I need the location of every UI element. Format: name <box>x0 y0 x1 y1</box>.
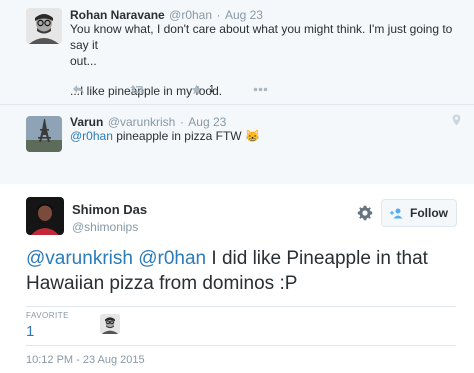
tweet-varun[interactable]: Varun @varunkrish · Aug 23 @r0han pineap… <box>0 105 474 184</box>
mention-link[interactable]: @r0han <box>138 248 206 269</box>
tweet-stats: FAVORITE 1 <box>26 306 456 346</box>
person-glasses-avatar-icon <box>100 314 120 334</box>
more-options-icon[interactable] <box>253 87 268 92</box>
tweet-rohan[interactable]: Rohan Naravane @r0han · Aug 23 You know … <box>0 0 474 105</box>
tweet-text-line: You know what, I don't care about what y… <box>70 22 453 52</box>
favorite-stat-label: FAVORITE <box>26 311 69 320</box>
mention-link[interactable]: @varunkrish <box>26 248 133 269</box>
follow-button[interactable]: Follow <box>381 199 457 227</box>
favorite-icon[interactable]: 1 <box>191 84 215 95</box>
tweet-body: pineapple in pizza FTW <box>112 129 245 143</box>
follow-label: Follow <box>410 206 448 220</box>
separator-dot: · <box>179 115 184 129</box>
tweet-text-line: out... <box>70 54 97 68</box>
emoji-cat-icon: 😸 <box>244 129 260 143</box>
author-handle[interactable]: @varunkrish <box>108 115 176 129</box>
avatar-shimon[interactable] <box>26 197 64 235</box>
author-handle[interactable]: @shimonips <box>72 220 138 234</box>
conversation-thread: Rohan Naravane @r0han · Aug 23 You know … <box>0 0 474 185</box>
avatar-rohan[interactable] <box>26 8 62 44</box>
author-name[interactable]: Shimon Das <box>72 202 147 217</box>
separator-dot: · <box>216 8 221 22</box>
tweet-actions: 1 <box>72 84 268 95</box>
person-glasses-avatar-icon <box>26 8 62 44</box>
favoriter-avatar[interactable] <box>100 314 120 334</box>
favorite-stat[interactable]: FAVORITE 1 <box>26 311 69 340</box>
eiffel-tower-avatar-icon <box>26 116 62 152</box>
author-handle[interactable]: @r0han <box>169 8 212 22</box>
tweet-date[interactable]: Aug 23 <box>225 8 263 22</box>
author-name[interactable]: Varun <box>70 115 103 129</box>
tweet-date[interactable]: Aug 23 <box>188 115 226 129</box>
retweet-icon[interactable] <box>130 84 145 95</box>
add-user-icon <box>390 208 403 218</box>
tweet-text: @r0han pineapple in pizza FTW 😸 <box>70 128 260 144</box>
person-avatar-icon <box>26 197 64 235</box>
favorite-count: 1 <box>209 84 215 95</box>
gear-icon[interactable] <box>357 205 373 226</box>
favorite-stat-count: 1 <box>26 323 35 340</box>
mention-link[interactable]: @r0han <box>70 129 113 143</box>
location-pin-icon <box>452 113 461 131</box>
avatar-varun[interactable] <box>26 116 62 152</box>
tweet-timestamp[interactable]: 10:12 PM - 23 Aug 2015 <box>26 354 145 366</box>
reply-icon[interactable] <box>72 84 85 95</box>
author-name[interactable]: Rohan Naravane <box>70 8 165 22</box>
tweet-text: @varunkrish @r0han I did like Pineapple … <box>26 246 466 296</box>
